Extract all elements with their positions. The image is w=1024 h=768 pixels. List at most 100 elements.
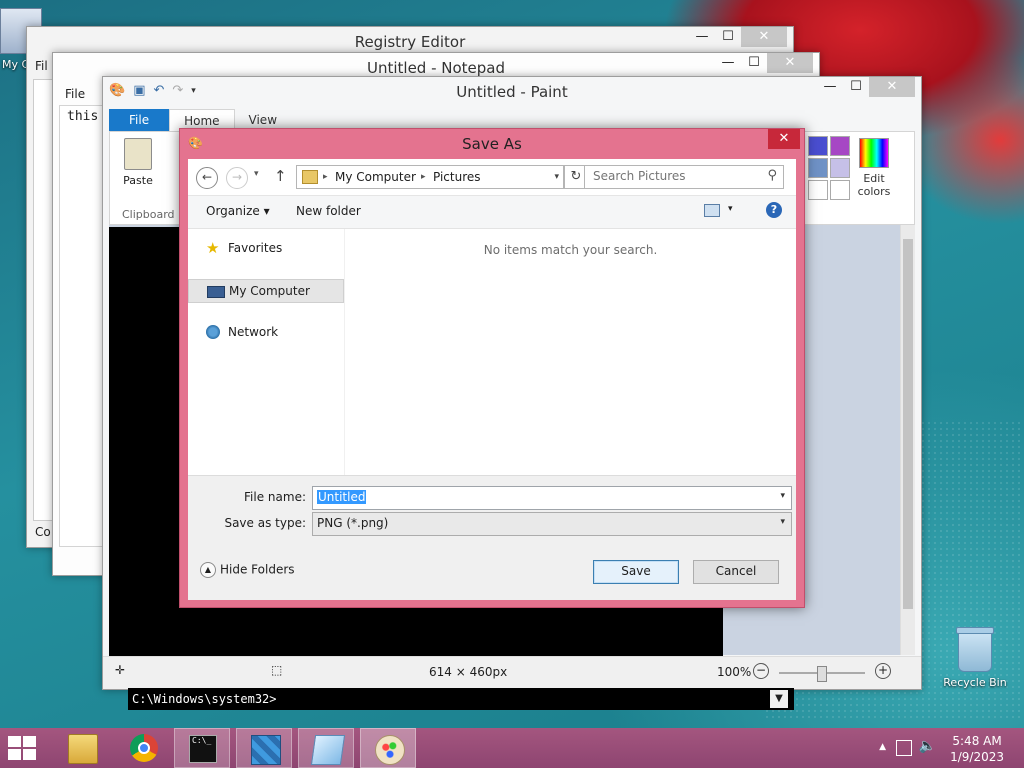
text-content: this <box>67 109 99 124</box>
taskbar: C:\_ ▲ 🔈 5:48 AM 1/9/2023 <box>0 728 1024 768</box>
computer-icon <box>207 286 225 298</box>
nav-item-favorites[interactable]: ★ Favorites <box>188 237 344 259</box>
show-hidden-icons-icon[interactable]: ▲ <box>879 742 886 752</box>
command-prompt-window[interactable]: C:\Windows\system32> <box>128 688 794 710</box>
breadcrumb-separator-icon[interactable]: ▸ <box>323 166 328 188</box>
breadcrumb-pictures[interactable]: Pictures <box>433 166 481 188</box>
color-swatch[interactable] <box>808 158 828 178</box>
search-icon[interactable]: ⚲ <box>767 168 777 183</box>
command-bar: Organize ▾ New folder ▾ ? <box>188 196 796 229</box>
tab-file[interactable]: File <box>109 109 170 131</box>
recycle-bin-label: Recycle Bin <box>943 676 1007 689</box>
view-options-dropdown-icon[interactable]: ▾ <box>728 204 733 214</box>
paint-icon <box>375 735 405 765</box>
new-folder-button[interactable]: New folder <box>296 204 361 218</box>
file-name-field[interactable]: Untitled ▾ <box>312 486 792 510</box>
taskbar-file-explorer[interactable] <box>54 728 110 768</box>
taskbar-notepad[interactable] <box>298 728 354 768</box>
star-icon: ★ <box>206 239 220 257</box>
maximize-button[interactable]: ☐ <box>843 77 869 97</box>
close-button[interactable]: ✕ <box>767 53 813 73</box>
color-swatch[interactable] <box>808 180 828 200</box>
save-button[interactable]: Save <box>593 560 679 584</box>
nav-item-label: My Computer <box>229 284 310 298</box>
save-as-type-select[interactable]: PNG (*.png) ▾ <box>312 512 792 536</box>
search-box[interactable]: ⚲ <box>584 165 784 189</box>
breadcrumb-my-computer[interactable]: My Computer <box>335 166 416 188</box>
color-swatch[interactable] <box>830 180 850 200</box>
dialog-body: ← → ▾ ↑ ▸ My Computer ▸ Pictures ▾ ↻ ⚲ O… <box>188 159 796 600</box>
taskbar-chrome[interactable] <box>116 728 172 768</box>
zoom-out-button[interactable]: − <box>753 663 769 679</box>
navigation-pane[interactable]: ★ Favorites My Computer Network <box>188 229 345 475</box>
help-icon[interactable]: ? <box>766 202 782 218</box>
status-bar: Co <box>35 525 51 539</box>
windows-logo-icon <box>23 749 36 760</box>
scroll-thumb[interactable] <box>903 239 913 609</box>
close-button[interactable]: ✕ <box>741 27 787 47</box>
maximize-button[interactable]: ☐ <box>715 27 741 47</box>
taskbar-paint[interactable] <box>360 728 416 768</box>
file-list[interactable]: No items match your search. <box>345 229 796 475</box>
menu-file[interactable]: File <box>65 87 85 101</box>
organize-button[interactable]: Organize ▾ <box>206 204 270 218</box>
selection-size-icon: ⬚ <box>271 663 283 677</box>
change-view-icon[interactable] <box>704 204 720 217</box>
edit-colors-button[interactable]: Edit colors <box>854 138 894 198</box>
taskbar-cmd[interactable]: C:\_ <box>174 728 230 768</box>
nav-item-my-computer[interactable]: My Computer <box>188 279 344 303</box>
hide-folders-button[interactable]: ▲ Hide Folders <box>200 562 295 578</box>
close-button[interactable]: ✕ <box>869 77 915 97</box>
cmd-icon: C:\_ <box>189 735 217 763</box>
edit-colors-label: Edit colors <box>857 172 891 198</box>
color-swatch[interactable] <box>830 136 850 156</box>
zoom-slider-thumb[interactable] <box>817 666 827 682</box>
maximize-button[interactable]: ☐ <box>741 53 767 73</box>
zoom-in-button[interactable]: + <box>875 663 891 679</box>
color-swatch[interactable] <box>808 136 828 156</box>
clipboard-icon <box>124 138 152 170</box>
recycle-bin-icon <box>956 627 994 672</box>
zoom-slider[interactable] <box>779 666 865 682</box>
breadcrumb-separator-icon[interactable]: ▸ <box>421 166 426 188</box>
chevron-down-icon[interactable]: ▾ <box>780 491 785 501</box>
minimize-button[interactable]: — <box>715 53 741 73</box>
back-button[interactable]: ← <box>196 167 218 189</box>
cmd-scroll-down-button[interactable]: ▼ <box>770 690 788 708</box>
vertical-scrollbar[interactable] <box>900 225 915 655</box>
menu-file[interactable]: Fil <box>35 59 48 73</box>
network-icon <box>206 325 220 339</box>
network-status-icon[interactable] <box>896 740 912 756</box>
dialog-close-button[interactable]: ✕ <box>768 129 800 149</box>
search-input[interactable] <box>585 166 763 186</box>
address-dropdown-icon[interactable]: ▾ <box>554 166 559 188</box>
address-bar[interactable]: ▸ My Computer ▸ Pictures ▾ <box>296 165 564 189</box>
cancel-button[interactable]: Cancel <box>693 560 779 584</box>
minimize-button[interactable]: — <box>689 27 715 47</box>
chrome-icon <box>130 734 158 762</box>
volume-icon[interactable]: 🔈 <box>919 738 936 754</box>
chevron-down-icon[interactable]: ▾ <box>780 517 785 527</box>
chevron-up-icon: ▲ <box>200 562 216 578</box>
up-button[interactable]: ↑ <box>274 167 287 185</box>
color-spectrum-icon <box>859 138 889 168</box>
start-button[interactable] <box>8 736 38 760</box>
save-as-dialog[interactable]: 🎨 Save As ✕ ← → ▾ ↑ ▸ My Computer ▸ Pict… <box>179 128 805 608</box>
hide-folders-label: Hide Folders <box>220 562 295 577</box>
recent-locations-dropdown[interactable]: ▾ <box>254 169 259 179</box>
window-title: Untitled - Paint <box>456 83 568 101</box>
canvas-dimensions: 614 × 460px <box>429 665 508 679</box>
recycle-bin-desktop-icon[interactable]: Recycle Bin <box>940 627 1010 689</box>
zoom-level: 100% <box>717 665 752 679</box>
windows-logo-icon <box>8 736 21 747</box>
nav-item-network[interactable]: Network <box>188 321 344 343</box>
paste-button[interactable]: Paste <box>118 138 158 187</box>
color-swatch[interactable] <box>830 158 850 178</box>
clock[interactable]: 5:48 AM 1/9/2023 <box>950 733 1004 765</box>
text-area[interactable] <box>59 105 105 547</box>
clock-time: 5:48 AM <box>952 734 1002 748</box>
minimize-button[interactable]: — <box>817 77 843 97</box>
forward-button[interactable]: → <box>226 167 248 189</box>
taskbar-regedit[interactable] <box>236 728 292 768</box>
paste-label: Paste <box>123 174 153 187</box>
